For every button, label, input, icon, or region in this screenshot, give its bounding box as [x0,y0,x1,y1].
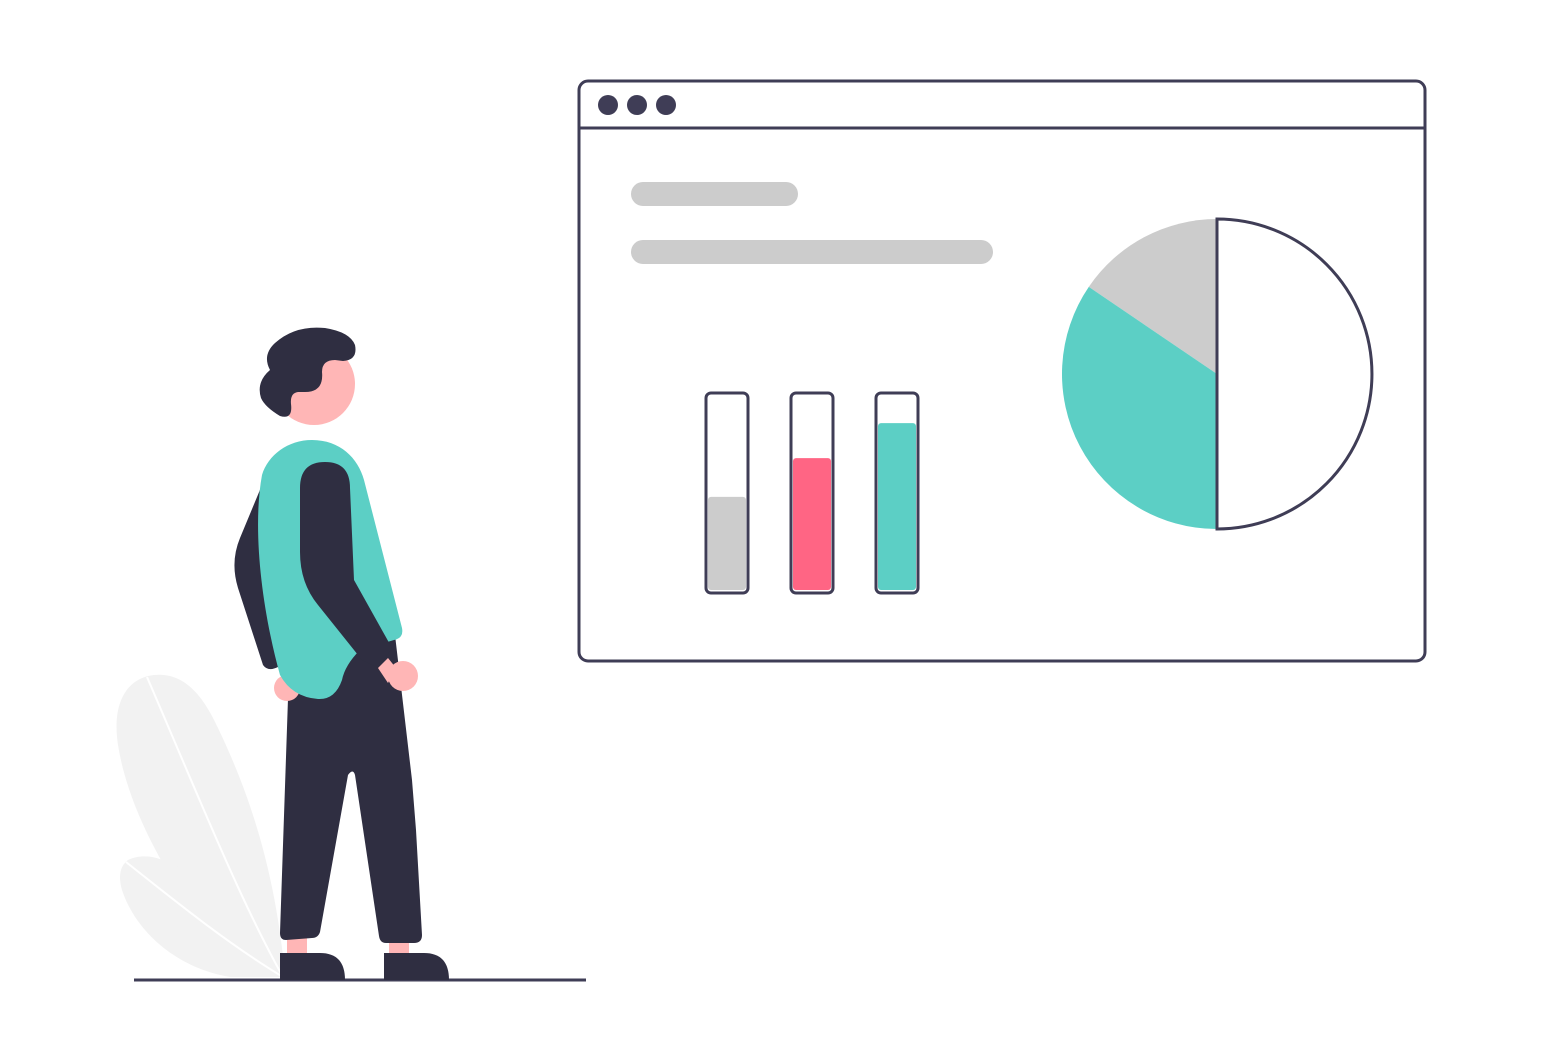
pie-chart [1061,217,1374,531]
illustration [116,79,1427,982]
browser-window [577,79,1427,663]
bar-fill [793,458,831,590]
shoe-right [384,953,449,980]
text-placeholder-short [631,182,798,206]
window-dot-icon [598,95,618,115]
text-placeholder-long [631,240,993,264]
shoe-left [280,953,345,980]
window-dot-icon [656,95,676,115]
bar-fill [708,496,746,590]
bar-fill [878,423,916,590]
plant-illustration [116,674,285,978]
window-dot-icon [627,95,647,115]
